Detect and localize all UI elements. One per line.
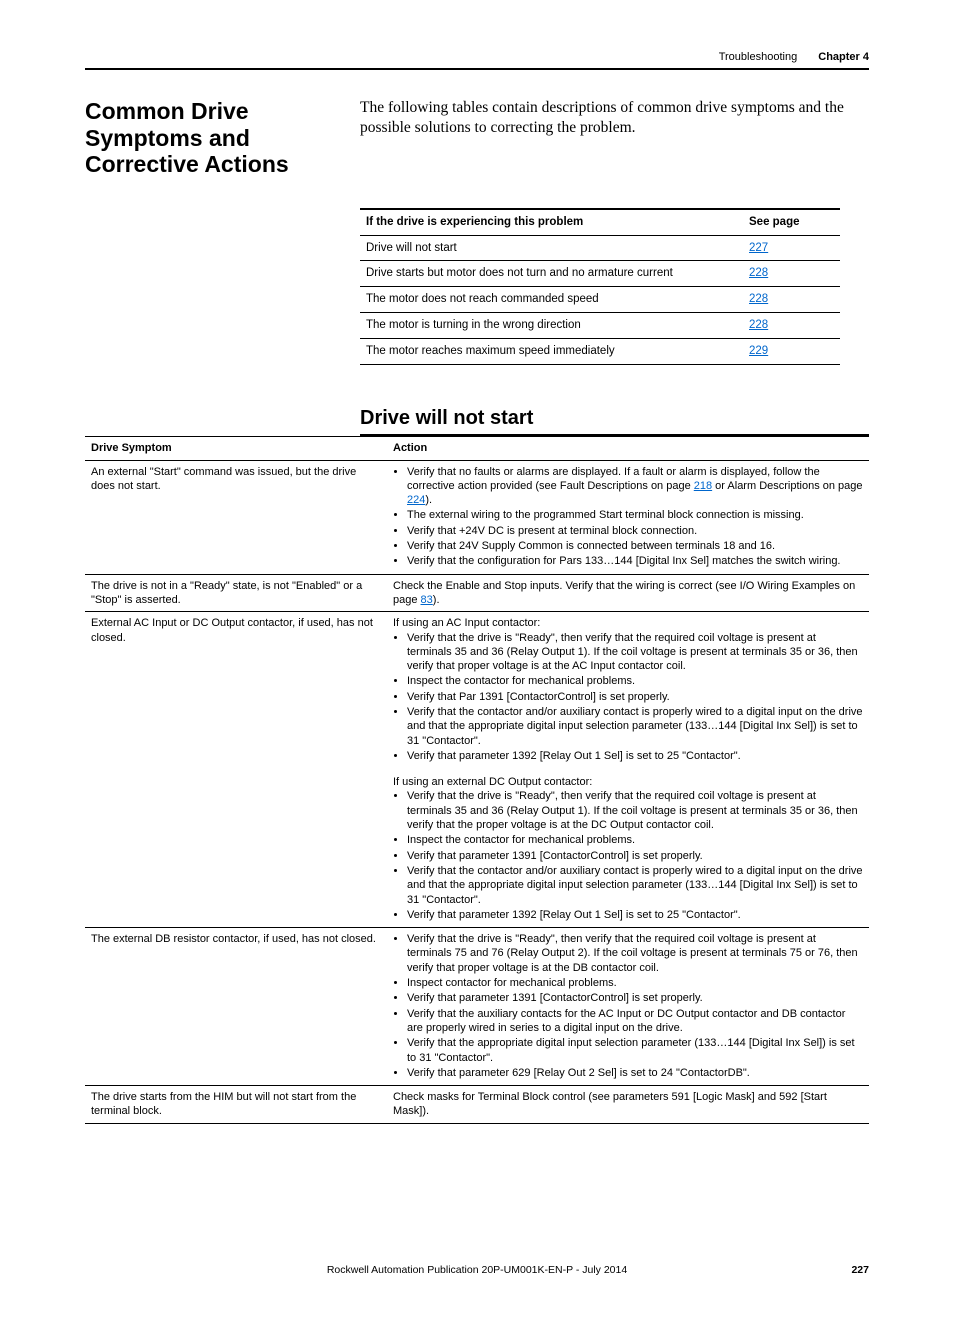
nav-problem: The motor reaches maximum speed immediat… <box>360 339 743 365</box>
nav-page-link[interactable]: 228 <box>749 319 768 331</box>
symptom-cell: External AC Input or DC Output contactor… <box>85 612 387 928</box>
page-footer: Rockwell Automation Publication 20P-UM00… <box>85 1264 869 1278</box>
symptom-cell: The drive is not in a "Ready" state, is … <box>85 574 387 612</box>
action-item: Verify that the configuration for Pars 1… <box>407 554 863 568</box>
nav-header-problem: If the drive is experiencing this proble… <box>360 209 743 235</box>
action-cell: Verify that the drive is "Ready", then v… <box>387 928 869 1086</box>
action-cell: Verify that no faults or alarms are disp… <box>387 460 869 574</box>
header-section: Troubleshooting <box>719 51 797 63</box>
action-item: Verify that parameter 1392 [Relay Out 1 … <box>407 908 863 922</box>
page-header: Troubleshooting Chapter 4 <box>85 50 869 70</box>
header-chapter: Chapter 4 <box>818 51 869 63</box>
action-item: Verify that the contactor and/or auxilia… <box>407 705 863 748</box>
action-cell: If using an AC Input contactor: Verify t… <box>387 612 869 928</box>
nav-problem: Drive starts but motor does not turn and… <box>360 261 743 287</box>
action-item: Verify that parameter 1391 [ContactorCon… <box>407 991 863 1005</box>
nav-page-link[interactable]: 228 <box>749 293 768 305</box>
nav-page-link[interactable]: 228 <box>749 267 768 279</box>
action-item: Verify that 24V Supply Common is connect… <box>407 539 863 553</box>
title-intro-row: Common Drive Symptoms and Corrective Act… <box>85 98 869 177</box>
action-item: Verify that the appropriate digital inpu… <box>407 1036 863 1065</box>
table-row: The motor is turning in the wrong direct… <box>360 313 840 339</box>
action-item: Verify that the contactor and/or auxilia… <box>407 864 863 907</box>
action-cell: Check the Enable and Stop inputs. Verify… <box>387 574 869 612</box>
symptom-cell: An external "Start" command was issued, … <box>85 460 387 574</box>
table-row: The drive starts from the HIM but will n… <box>85 1086 869 1124</box>
nav-page-link[interactable]: 229 <box>749 345 768 357</box>
nav-page-link[interactable]: 227 <box>749 242 768 254</box>
action-item: Verify that +24V DC is present at termin… <box>407 524 863 538</box>
action-item: Verify that the auxiliary contacts for t… <box>407 1007 863 1036</box>
table-row: An external "Start" command was issued, … <box>85 460 869 574</box>
nav-header-page: See page <box>743 209 840 235</box>
table-row: Drive starts but motor does not turn and… <box>360 261 840 287</box>
action-item: The external wiring to the programmed St… <box>407 508 863 522</box>
page-link[interactable]: 83 <box>421 594 433 606</box>
action-item: Inspect the contactor for mechanical pro… <box>407 833 863 847</box>
footer-page-number: 227 <box>851 1264 869 1278</box>
symptom-action-table: Drive Symptom Action An external "Start"… <box>85 436 869 1123</box>
sub-section-title: Drive will not start <box>360 405 869 436</box>
table-row: Drive will not start 227 <box>360 235 840 261</box>
symptom-cell: The external DB resistor contactor, if u… <box>85 928 387 1086</box>
nav-problem: Drive will not start <box>360 235 743 261</box>
page-link[interactable]: 224 <box>407 494 425 506</box>
action-item: Verify that Par 1391 [ContactorControl] … <box>407 690 863 704</box>
table-row: External AC Input or DC Output contactor… <box>85 612 869 928</box>
problem-index-table: If the drive is experiencing this proble… <box>360 208 840 366</box>
action-item: Verify that the drive is "Ready", then v… <box>407 932 863 975</box>
detail-header-symptom: Drive Symptom <box>85 437 387 460</box>
action-block-title: If using an external DC Output contactor… <box>393 775 863 789</box>
action-item: Verify that parameter 629 [Relay Out 2 S… <box>407 1066 863 1080</box>
action-block-title: If using an AC Input contactor: <box>393 616 863 630</box>
action-item: Verify that parameter 1392 [Relay Out 1 … <box>407 749 863 763</box>
table-row: The motor does not reach commanded speed… <box>360 287 840 313</box>
table-row: The drive is not in a "Ready" state, is … <box>85 574 869 612</box>
action-cell: Check masks for Terminal Block control (… <box>387 1086 869 1124</box>
footer-text: Rockwell Automation Publication 20P-UM00… <box>327 1264 627 1276</box>
section-title: Common Drive Symptoms and Corrective Act… <box>85 98 330 177</box>
action-item: Verify that parameter 1391 [ContactorCon… <box>407 849 863 863</box>
action-item: Verify that the drive is "Ready", then v… <box>407 631 863 674</box>
table-row: The motor reaches maximum speed immediat… <box>360 339 840 365</box>
action-item: Verify that no faults or alarms are disp… <box>407 465 863 508</box>
action-item: Verify that the drive is "Ready", then v… <box>407 789 863 832</box>
symptom-cell: The drive starts from the HIM but will n… <box>85 1086 387 1124</box>
intro-text: The following tables contain description… <box>360 98 869 138</box>
nav-problem: The motor does not reach commanded speed <box>360 287 743 313</box>
nav-problem: The motor is turning in the wrong direct… <box>360 313 743 339</box>
detail-header-action: Action <box>387 437 869 460</box>
action-item: Inspect contactor for mechanical problem… <box>407 976 863 990</box>
page-link[interactable]: 218 <box>694 480 712 492</box>
table-row: The external DB resistor contactor, if u… <box>85 928 869 1086</box>
action-item: Inspect the contactor for mechanical pro… <box>407 674 863 688</box>
